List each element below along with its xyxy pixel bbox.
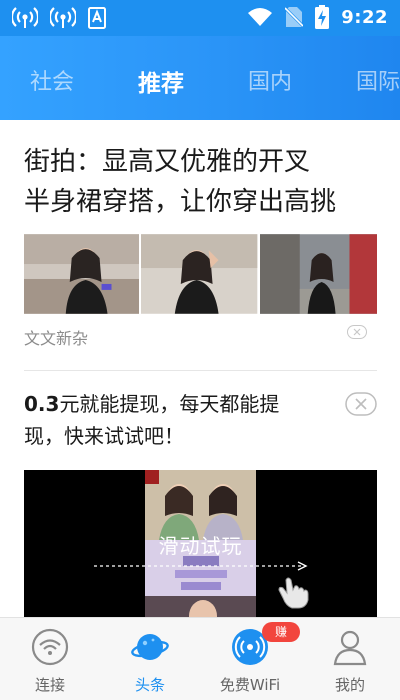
article-title[interactable]: 街拍：显高又优雅的开叉 半身裙穿搭，让你穿出高挑 <box>24 142 354 226</box>
nav-label-connect: 连接 <box>34 676 65 694</box>
planet-icon <box>131 634 169 660</box>
tab-society[interactable]: 社会 <box>30 64 74 96</box>
ad-title-line-1: 元就能提现，每天都能提 <box>59 392 280 416</box>
article-title-line-1: 街拍：显高又优雅的开叉 <box>24 147 311 177</box>
status-time: 9:22 <box>341 6 388 28</box>
nav-label-headlines: 头条 <box>134 676 165 694</box>
nav-item-connect[interactable]: 连接 <box>0 618 100 700</box>
battery-charging-icon <box>315 5 330 29</box>
news-feed[interactable]: 街拍：显高又优雅的开叉 半身裙穿搭，让你穿出高挑 文文新杂 0.3元就能提现，每… <box>0 120 400 617</box>
article-title-line-2: 半身裙穿搭，让你穿出高挑 <box>24 187 337 217</box>
nav-label-free-wifi: 免费WiFi <box>219 676 281 694</box>
status-bar: 9:22 <box>0 0 400 36</box>
article-source: 文文新杂 <box>24 329 89 348</box>
no-sim-icon <box>285 6 304 28</box>
wifi-hotspot-icon <box>50 7 76 28</box>
hand-pointer-icon <box>278 577 309 609</box>
tab-recommended[interactable]: 推荐 <box>138 64 184 98</box>
article-thumbnail <box>24 234 140 314</box>
tab-international[interactable]: 国际 <box>356 64 400 96</box>
nav-item-profile[interactable]: 我的 <box>300 618 400 700</box>
article-image-row[interactable] <box>24 234 377 314</box>
tab-domestic[interactable]: 国内 <box>248 64 292 96</box>
wifi-hotspot-icon <box>12 7 38 28</box>
ad-video-label: 滑动试玩 <box>158 534 243 558</box>
close-icon[interactable] <box>347 325 367 339</box>
nav-label-profile: 我的 <box>334 676 365 694</box>
close-icon[interactable] <box>345 392 377 416</box>
keyboard-a-icon <box>88 7 106 29</box>
article-thumbnail <box>141 234 258 314</box>
article-thumbnail <box>259 234 377 314</box>
ad-title-line-2: 现，快来试试吧！ <box>24 424 184 448</box>
earn-badge: 赚 <box>262 622 300 642</box>
bottom-navigation: 连接 头条 赚 免费WiFi 我的 <box>0 617 400 700</box>
ad-amount: 0.3 <box>24 392 60 416</box>
swipe-arrow-icon <box>94 561 308 571</box>
category-tab-bar: 社会 推荐 国内 国际 <box>0 36 400 120</box>
user-profile-icon <box>333 630 367 666</box>
wifi-connect-icon <box>31 628 69 666</box>
ad-title[interactable]: 0.3元就能提现，每天都能提 现，快来试试吧！ <box>24 388 324 452</box>
feed-divider <box>24 370 377 371</box>
ad-video-player[interactable]: 滑动试玩 <box>24 470 377 617</box>
nav-item-headlines[interactable]: 头条 <box>100 618 200 700</box>
wifi-signal-icon <box>248 8 273 26</box>
nav-item-free-wifi[interactable]: 赚 免费WiFi <box>200 618 300 700</box>
